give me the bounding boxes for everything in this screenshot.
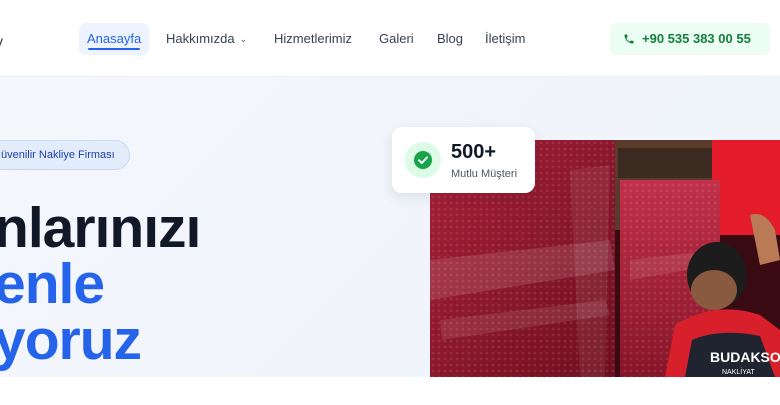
nav-home[interactable]: Anasayfa — [79, 23, 150, 55]
check-circle-icon — [414, 151, 432, 169]
hero-badge: üvenilir Nakliye Firması — [0, 140, 130, 170]
hero-headline-line-3: yoruz — [0, 308, 142, 372]
chevron-down-icon: ⌄ — [239, 34, 248, 44]
nav-home-label: Anasayfa — [87, 31, 142, 46]
stat-icon-wrap — [405, 142, 441, 178]
active-underline — [88, 48, 141, 50]
hero-headline-line-1: nlarınızı — [0, 196, 201, 260]
hero-headline-line-2: enle — [0, 252, 105, 316]
nav-blog[interactable]: Blog — [429, 23, 471, 55]
phone-number: +90 535 383 00 55 — [642, 31, 751, 46]
section-divider — [0, 377, 780, 405]
nav-blog-label: Blog — [437, 31, 464, 46]
nav-gallery[interactable]: Galeri — [371, 23, 422, 55]
nav-services[interactable]: Hizmetlerimiz — [266, 23, 360, 55]
site-logo[interactable]: y — [0, 33, 3, 49]
vest-subtext: NAKLİYAT — [722, 367, 756, 376]
phone-icon — [624, 34, 634, 44]
nav-contact[interactable]: İletişim — [477, 23, 533, 55]
nav-about[interactable]: Hakkımızda ⌄ — [158, 23, 255, 55]
nav-gallery-label: Galeri — [379, 31, 414, 46]
vest-text: BUDAKSO — [710, 349, 780, 365]
stat-label: Mutlu Müşteri — [451, 168, 518, 180]
happy-customers-card: 500+ Mutlu Müşteri — [392, 127, 535, 193]
phone-button[interactable]: +90 535 383 00 55 — [610, 23, 770, 55]
stat-number: 500+ — [451, 141, 497, 163]
nav-about-label: Hakkımızda — [166, 31, 235, 46]
nav-services-label: Hizmetlerimiz — [274, 31, 352, 46]
nav-contact-label: İletişim — [485, 31, 526, 46]
site-header: y Anasayfa Hakkımızda ⌄ Hizmetlerimiz Gal… — [0, 0, 780, 77]
